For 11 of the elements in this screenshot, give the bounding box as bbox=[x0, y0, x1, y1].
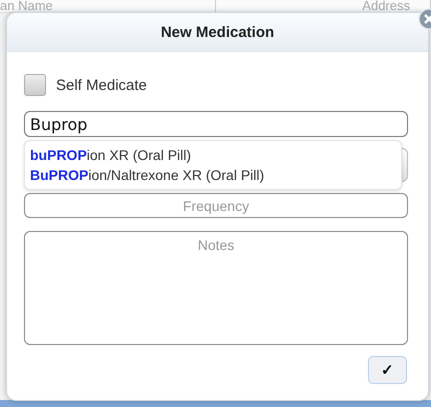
frequency-field[interactable]: Frequency bbox=[24, 193, 408, 218]
column-header: Address bbox=[362, 0, 410, 12]
suggestion-item[interactable]: BuPROPion/Naltrexone XR (Oral Pill) bbox=[25, 165, 401, 185]
suggestion-item[interactable]: buPROPion XR (Oral Pill) bbox=[25, 145, 401, 165]
dialog-title: New Medication bbox=[160, 24, 274, 40]
search-field[interactable]: Buprop bbox=[24, 111, 408, 137]
checkbox[interactable] bbox=[24, 74, 46, 96]
notes-field[interactable]: Notes bbox=[24, 231, 408, 345]
checkbox-label: Self Medicate bbox=[56, 76, 147, 94]
column-header: an Name bbox=[0, 0, 53, 12]
confirm-button[interactable]: ✓ bbox=[368, 356, 407, 384]
